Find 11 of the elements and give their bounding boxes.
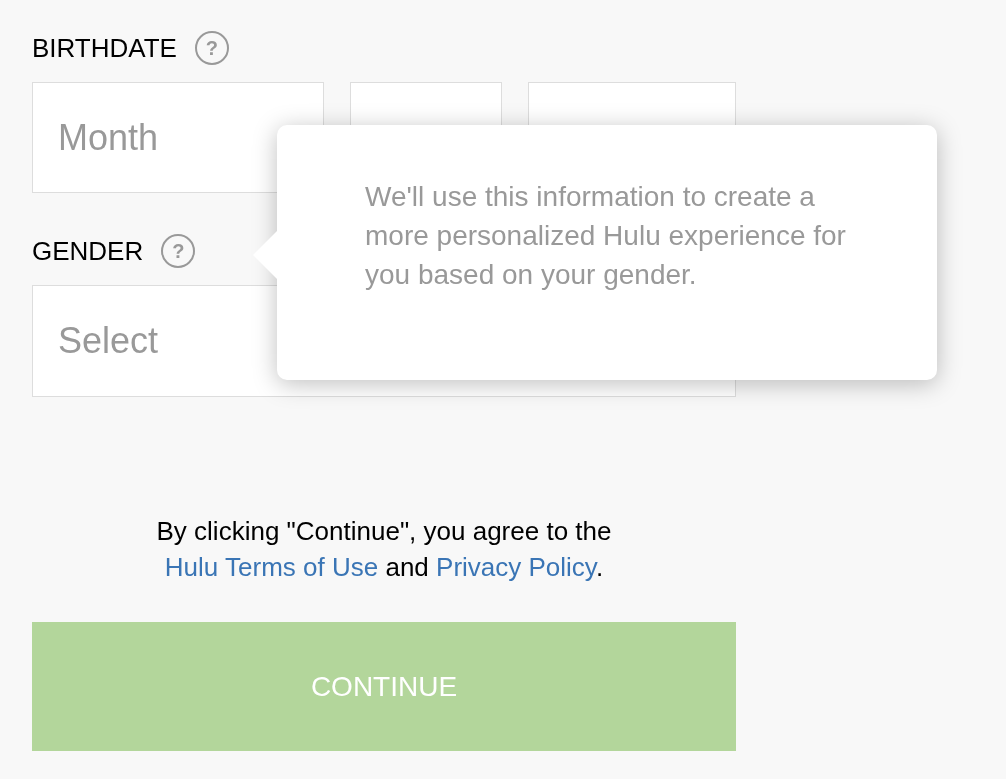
help-icon[interactable]: ? xyxy=(194,31,229,65)
continue-button[interactable]: CONTINUE xyxy=(32,622,736,751)
field-label: GENDER xyxy=(32,234,144,268)
tooltip-text: We'll use this information to create a more personalized Hulu experience for you based on your gender. xyxy=(365,180,847,292)
date-field[interactable]: Month xyxy=(32,82,325,193)
privacy-link[interactable]: Privacy Policy xyxy=(436,552,596,582)
terms-text: and xyxy=(385,552,429,582)
terms-text: By clicking "Continue", you agree to the xyxy=(156,516,612,546)
help-icon[interactable]: ? xyxy=(161,234,196,268)
field-label: BIRTHDATE xyxy=(32,31,177,65)
terms-link[interactable]: Hulu Terms of Use xyxy=(164,552,379,582)
